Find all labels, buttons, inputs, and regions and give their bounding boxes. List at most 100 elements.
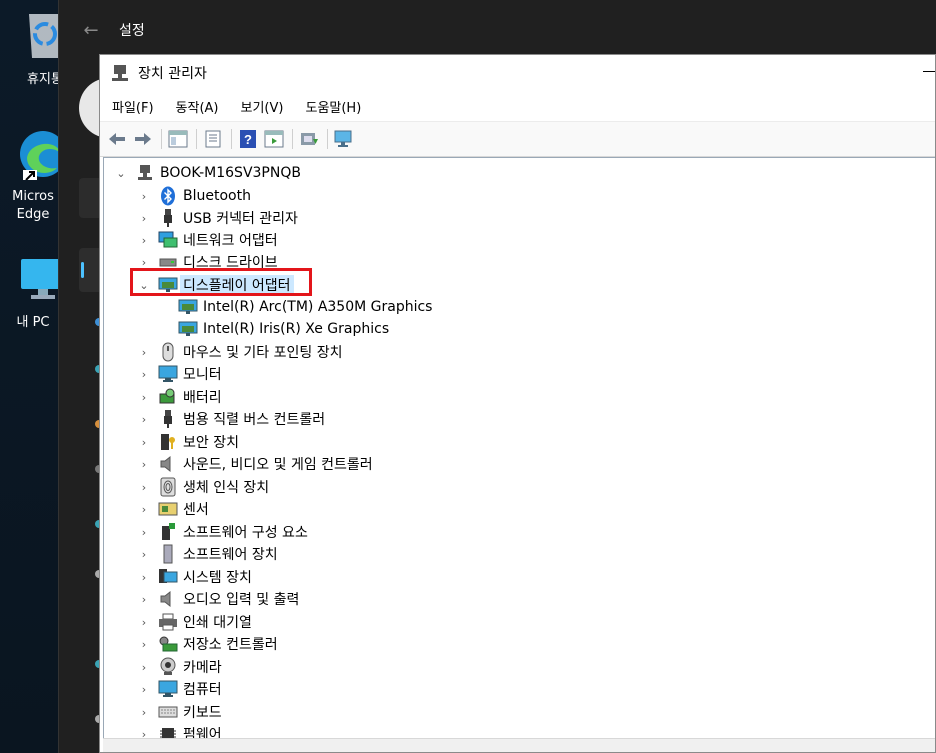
tree-item-sensor[interactable]: › 센서 (137, 498, 209, 520)
scan-hardware-changes-icon[interactable] (333, 128, 355, 150)
tree-item-display-adapters[interactable]: ⌄ 디스플레이 어댑터 (137, 274, 294, 296)
tree-root[interactable]: ⌄ BOOK-M16SV3PNQB (114, 162, 301, 184)
tree-item-usb-controllers[interactable]: › 범용 직렬 버스 컨트롤러 (137, 408, 325, 430)
tree-item-label: 디스플레이 어댑터 (180, 275, 294, 295)
menu-bar: 파일(F) 동작(A) 보기(V) 도움말(H) (100, 91, 935, 121)
expand-chevron-icon[interactable]: › (137, 436, 151, 449)
settings-title: 설정 (119, 23, 145, 39)
tree-item-system-devices[interactable]: › 시스템 장치 (137, 566, 252, 588)
audio-io-icon (158, 589, 178, 609)
tree-item-monitor[interactable]: › 모니터 (137, 363, 222, 385)
tree-item-label: 범용 직렬 버스 컨트롤러 (183, 412, 326, 428)
toolbar-separator (327, 129, 328, 149)
tree-item-print-queues[interactable]: › 인쇄 대기열 (137, 611, 252, 633)
computer-icon (158, 679, 178, 699)
tree-item-sound[interactable]: › 사운드, 비디오 및 게임 컨트롤러 (137, 453, 373, 475)
expand-chevron-icon[interactable]: › (137, 413, 151, 426)
mouse-icon (158, 342, 178, 362)
tree-item-label: 키보드 (183, 705, 222, 721)
network-icon (158, 230, 178, 250)
action-pane-icon[interactable] (263, 128, 285, 150)
expand-chevron-icon[interactable]: › (137, 548, 151, 561)
biometric-icon (158, 477, 178, 497)
tree-item-label: 마우스 및 기타 포인팅 장치 (183, 345, 343, 361)
device-manager-window: 장치 관리자 파일(F) 동작(A) 보기(V) 도움말(H) ? ⌄ BOOK… (99, 54, 936, 753)
expand-chevron-icon[interactable]: › (137, 481, 151, 494)
expand-chevron-icon[interactable]: › (137, 234, 151, 247)
nav-indicator (81, 262, 84, 278)
tree-item-disk[interactable]: › 디스크 드라이브 (137, 251, 278, 273)
print-queue-icon (158, 612, 178, 632)
tree-item-software-components[interactable]: › 소프트웨어 구성 요소 (137, 521, 308, 543)
tree-item-mouse[interactable]: › 마우스 및 기타 포인팅 장치 (137, 341, 342, 363)
expand-chevron-icon[interactable]: › (137, 683, 151, 696)
show-hide-console-tree-icon[interactable] (167, 128, 189, 150)
minimize-button[interactable] (923, 71, 935, 72)
tree-item-network[interactable]: › 네트워크 어댑터 (137, 229, 278, 251)
tree-child-iris-graphics[interactable]: Intel(R) Iris(R) Xe Graphics (178, 318, 389, 340)
tree-item-label: 모니터 (183, 367, 222, 383)
tree-item-firmware[interactable]: › 펌웨어 (137, 723, 222, 739)
software-device-icon (158, 544, 178, 564)
expand-chevron-icon[interactable]: › (137, 503, 151, 516)
menu-file[interactable]: 파일(F) (100, 97, 164, 116)
disk-drive-icon (158, 252, 178, 272)
tree-item-label: 사운드, 비디오 및 게임 컨트롤러 (183, 457, 373, 473)
properties-icon[interactable] (202, 128, 224, 150)
tree-item-storage-controllers[interactable]: › 저장소 컨트롤러 (137, 633, 278, 655)
expand-chevron-icon[interactable]: › (137, 706, 151, 719)
help-icon[interactable]: ? (237, 128, 259, 150)
expand-chevron-icon[interactable]: › (137, 212, 151, 225)
menu-action[interactable]: 동작(A) (164, 97, 229, 116)
tree-item-label: 디스크 드라이브 (183, 255, 278, 271)
back-button[interactable]: ← (71, 20, 111, 41)
expand-chevron-icon[interactable]: › (137, 458, 151, 471)
tree-item-keyboard[interactable]: › 키보드 (137, 701, 222, 723)
expand-chevron-icon[interactable]: › (137, 616, 151, 629)
root-label: BOOK-M16SV3PNQB (160, 165, 301, 181)
expand-chevron-icon[interactable]: › (137, 638, 151, 651)
back-arrow-icon[interactable] (106, 128, 128, 150)
menu-view[interactable]: 보기(V) (229, 97, 294, 116)
toolbar-separator (231, 129, 232, 149)
tree-item-audio-io[interactable]: › 오디오 입력 및 출력 (137, 588, 299, 610)
tree-item-label: Intel(R) Iris(R) Xe Graphics (203, 321, 390, 337)
tree-item-label: 소프트웨어 구성 요소 (183, 525, 308, 541)
expand-chevron-icon[interactable]: › (137, 346, 151, 359)
tree-item-biometric[interactable]: › 생체 인식 장치 (137, 476, 269, 498)
expand-chevron-icon[interactable]: › (137, 593, 151, 606)
tree-item-label: 소프트웨어 장치 (183, 547, 278, 563)
usb-icon (158, 208, 178, 228)
expand-chevron-icon[interactable]: › (137, 190, 151, 203)
tree-item-software-devices[interactable]: › 소프트웨어 장치 (137, 543, 278, 565)
expand-chevron-icon[interactable]: › (137, 526, 151, 539)
collapse-chevron-icon[interactable]: ⌄ (114, 167, 128, 180)
usb-controller-icon (158, 409, 178, 429)
tree-item-label: 펌웨어 (183, 727, 222, 739)
expand-chevron-icon[interactable]: › (137, 391, 151, 404)
expand-chevron-icon[interactable]: › (137, 661, 151, 674)
sensor-icon (158, 499, 178, 519)
device-tree[interactable]: ⌄ BOOK-M16SV3PNQB › Bluetooth › USB 커넥터 … (103, 157, 935, 739)
expand-chevron-icon[interactable]: › (137, 571, 151, 584)
tree-item-camera[interactable]: › 카메라 (137, 656, 222, 678)
tree-item-label: USB 커넥터 관리자 (183, 211, 298, 227)
toolbar: ? (100, 121, 935, 157)
expand-chevron-icon[interactable]: › (137, 256, 151, 269)
svg-text:?: ? (244, 132, 252, 147)
tree-item-usb-connector[interactable]: › USB 커넥터 관리자 (137, 207, 298, 229)
tree-item-label: 생체 인식 장치 (183, 480, 270, 496)
collapse-chevron-icon[interactable]: ⌄ (137, 279, 151, 292)
this-pc-label: 내 PC (16, 315, 50, 330)
tree-item-bluetooth[interactable]: › Bluetooth (137, 185, 251, 207)
tree-item-security[interactable]: › 보안 장치 (137, 431, 239, 453)
tree-child-arc-graphics[interactable]: Intel(R) Arc(TM) A350M Graphics (178, 296, 432, 318)
menu-help[interactable]: 도움말(H) (293, 97, 371, 116)
expand-chevron-icon[interactable]: › (137, 368, 151, 381)
forward-arrow-icon[interactable] (132, 128, 154, 150)
tree-item-battery[interactable]: › 배터리 (137, 386, 222, 408)
tree-item-computer[interactable]: › 컴퓨터 (137, 678, 222, 700)
tree-item-label: 인쇄 대기열 (183, 615, 252, 631)
device-manager-icon (110, 63, 130, 83)
update-driver-icon[interactable] (298, 128, 320, 150)
